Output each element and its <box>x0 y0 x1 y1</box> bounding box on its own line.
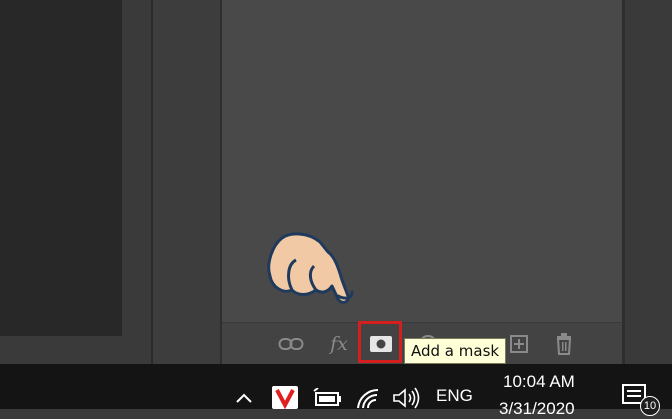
new-layer-icon[interactable] <box>507 332 531 356</box>
volume-icon[interactable] <box>392 387 422 409</box>
add-mask-tooltip: Add a mask <box>404 338 507 364</box>
left-workspace <box>0 0 152 364</box>
clock-date[interactable]: 3/31/2020 <box>499 399 575 419</box>
link-layers-icon[interactable] <box>277 332 305 356</box>
delete-layer-icon[interactable] <box>552 332 576 356</box>
battery-icon[interactable] <box>310 388 344 408</box>
clock-time[interactable]: 10:04 AM <box>503 372 575 392</box>
fx-icon[interactable]: fx <box>326 332 352 356</box>
pointing-hand-icon <box>262 228 360 314</box>
notification-count-badge: 10 <box>640 396 660 416</box>
add-mask-highlight <box>358 321 402 363</box>
document-canvas[interactable] <box>0 0 122 336</box>
side-panel <box>153 0 220 364</box>
chevron-up-icon[interactable] <box>234 388 254 408</box>
right-panel <box>625 0 672 364</box>
language-indicator[interactable]: ENG <box>436 386 473 406</box>
fx-label: fx <box>330 333 348 355</box>
wifi-icon[interactable] <box>356 388 380 409</box>
vivaldi-icon[interactable] <box>272 386 298 409</box>
